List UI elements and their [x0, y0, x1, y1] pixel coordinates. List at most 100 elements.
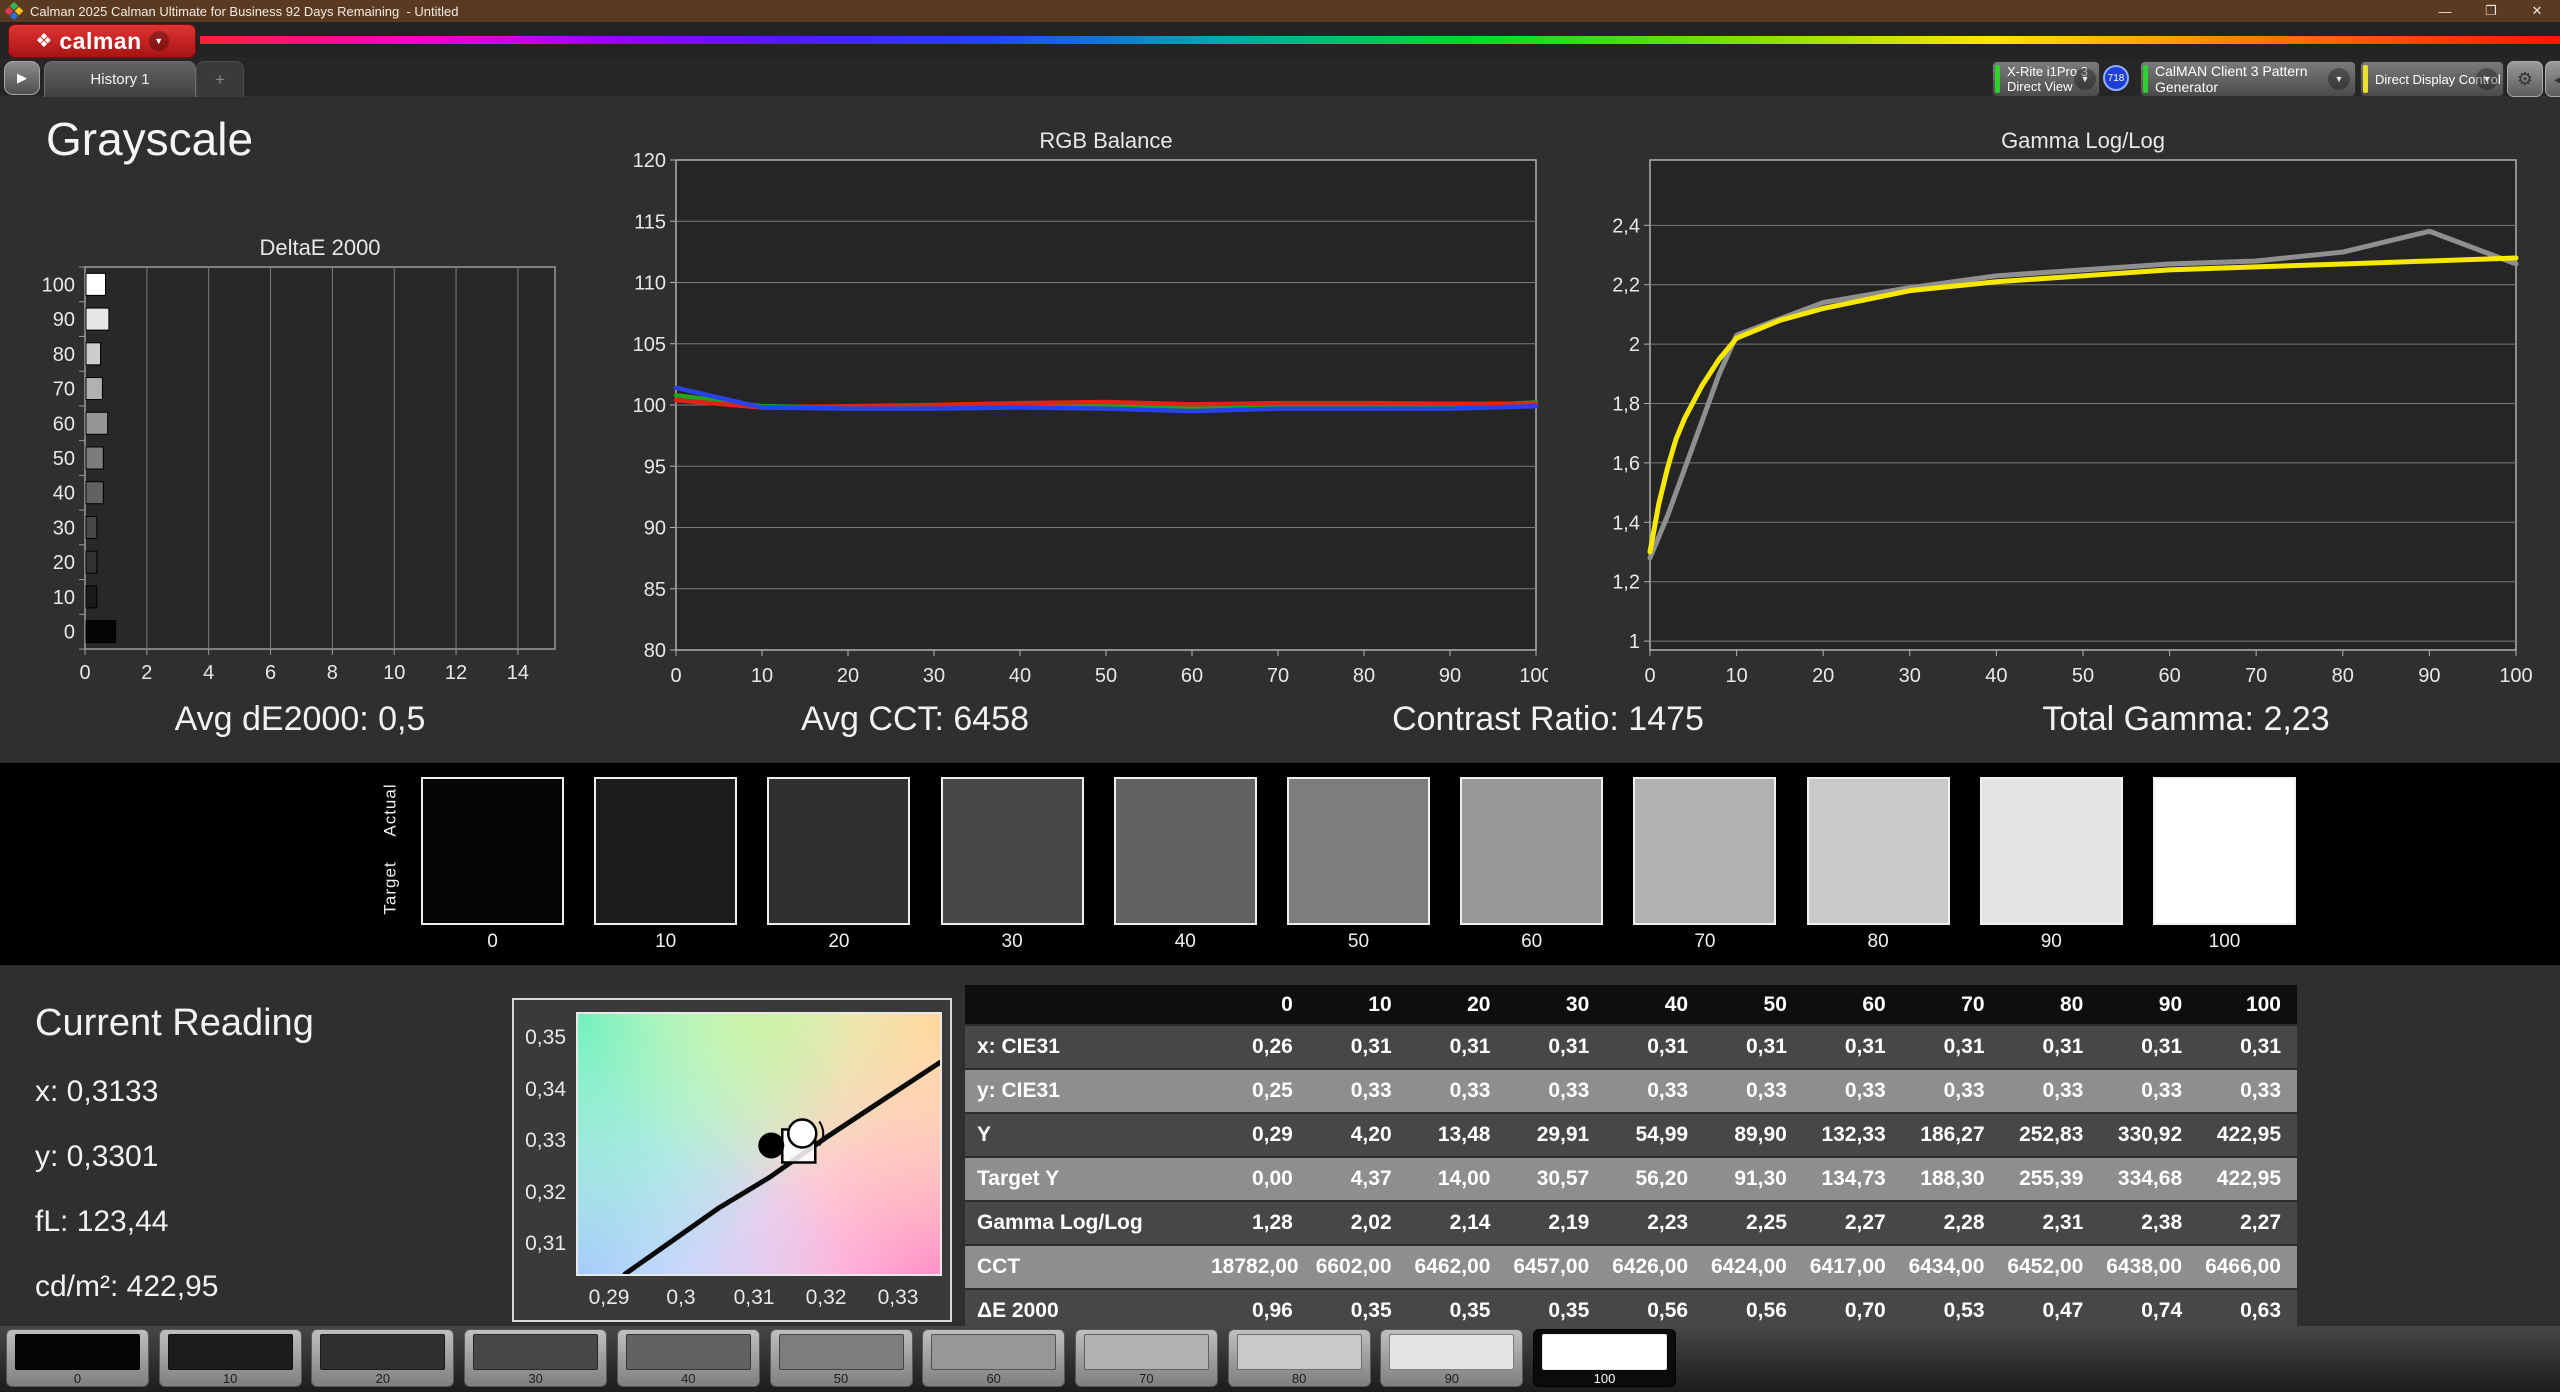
table-cell: 6457,00	[1506, 1244, 1606, 1289]
reading-fl: fL: 123,44	[35, 1205, 169, 1238]
pattern-patch-0[interactable]: 0	[6, 1329, 149, 1387]
svg-text:100: 100	[2499, 665, 2532, 687]
minimize-button[interactable]: —	[2422, 0, 2468, 22]
chart-gamma-svg: Gamma Log/Log 1 1,2 1,4 1,6 1,8 2 2,2 2,4 0 10 20 30…	[1612, 128, 2533, 687]
table-cell: 2,28	[1901, 1200, 2001, 1245]
svg-text:20: 20	[53, 552, 75, 574]
table-cell: 0,31	[1506, 1024, 1606, 1069]
svg-text:100: 100	[633, 395, 666, 417]
pattern-patch-10[interactable]: 10	[158, 1329, 302, 1387]
tab-scroll-button[interactable]: ▶	[4, 61, 40, 95]
pattern-patch-70[interactable]: 70	[1074, 1329, 1218, 1387]
generator-status-bar	[2143, 65, 2148, 93]
patch-color-chip	[320, 1334, 446, 1370]
table-column-header: 80	[2000, 985, 2100, 1025]
table-cell: 0,33	[1704, 1068, 1803, 1113]
table-cell: 6426,00	[1605, 1244, 1705, 1289]
svg-text:80: 80	[1353, 665, 1375, 687]
svg-text:2: 2	[141, 662, 152, 684]
table-cell: 0,26	[1210, 1024, 1309, 1069]
actual-row-label: Actual	[381, 783, 400, 837]
patch-color-chip	[778, 1334, 904, 1370]
svg-text:2,4: 2,4	[1612, 215, 1640, 237]
table-row: y: CIE31 0,25 0,33 0,33 0,33 0,33 0,33 0,33 0,33…	[965, 1068, 2297, 1113]
grayscale-swatch-10	[594, 777, 738, 925]
svg-text:12: 12	[445, 662, 467, 684]
restore-button[interactable]: ❐	[2468, 0, 2514, 22]
svg-text:60: 60	[2158, 665, 2180, 687]
table-cell: 6438,00	[2099, 1244, 2199, 1289]
svg-text:50: 50	[2072, 665, 2094, 687]
grayscale-swatch-50	[1287, 777, 1430, 925]
pattern-patch-50[interactable]: 50	[769, 1329, 913, 1387]
table-corner-cell	[965, 985, 1210, 1025]
settings-button[interactable]: ⚙	[2507, 61, 2543, 97]
grayscale-swatch-80	[1806, 777, 1950, 925]
patch-color-chip	[167, 1334, 293, 1370]
table-column-header: 60	[1802, 985, 1902, 1025]
svg-text:RGB Balance: RGB Balance	[1039, 128, 1172, 153]
table-cell: 134,73	[1802, 1156, 1902, 1201]
reading-cdm2: cd/m²: 422,95	[35, 1270, 219, 1303]
table-cell: 13,48	[1407, 1112, 1507, 1157]
pattern-patch-90[interactable]: 90	[1380, 1329, 1524, 1387]
cie-diagram-svg	[622, 1059, 940, 1274]
add-tab-button[interactable]: +	[196, 61, 244, 97]
pattern-patch-60[interactable]: 60	[922, 1329, 1066, 1387]
table-column-header: 20	[1407, 985, 1507, 1025]
table-cell: 422,95	[2198, 1156, 2297, 1201]
table-column-header: 90	[2099, 985, 2199, 1025]
chevron-down-icon: ▼	[2476, 68, 2498, 90]
play-icon: ▶	[17, 70, 27, 85]
meter-dropdown[interactable]: X-Rite i1Pro 3 Direct View ▼	[1992, 61, 2100, 97]
svg-text:40: 40	[1985, 665, 2007, 687]
table-cell: 2,02	[1308, 1200, 1408, 1245]
patch-label: 70	[1139, 1371, 1154, 1386]
table-cell: 0,31	[1605, 1024, 1705, 1069]
swatch-level-label: 80	[1867, 931, 1889, 952]
table-cell: 0,33	[1407, 1068, 1507, 1113]
pattern-patch-40[interactable]: 40	[616, 1329, 760, 1387]
pattern-patch-80[interactable]: 80	[1227, 1329, 1371, 1387]
svg-text:70: 70	[1267, 665, 1289, 687]
calman-menu-button[interactable]: ❖ calman ▼	[8, 24, 196, 58]
tab-history-1[interactable]: History 1	[44, 61, 196, 97]
table-cell: 91,30	[1704, 1156, 1803, 1201]
table-cell: 54,99	[1605, 1112, 1705, 1157]
pattern-patch-30[interactable]: 30	[464, 1329, 608, 1387]
svg-text:100: 100	[42, 274, 75, 296]
table-cell: 188,30	[1901, 1156, 2001, 1201]
svg-text:90: 90	[1439, 665, 1461, 687]
svg-text:80: 80	[2332, 665, 2354, 687]
cie-chart-panel: 0,35 0,34 0,33 0,32 0,31 0,29 0,3 0,31 0…	[512, 998, 952, 1322]
table-cell: 186,27	[1901, 1112, 2001, 1157]
pattern-generator-dropdown[interactable]: CalMAN Client 3 Pattern Generator ▼	[2140, 61, 2356, 97]
patch-label: 20	[375, 1371, 391, 1386]
close-button[interactable]: ✕	[2514, 0, 2560, 22]
swatch-level-label: 20	[828, 931, 850, 952]
reading-y: y: 0,3301	[35, 1140, 159, 1173]
svg-text:10: 10	[53, 587, 75, 609]
svg-text:1: 1	[1629, 631, 1640, 653]
pattern-patch-100[interactable]: 100	[1533, 1329, 1676, 1387]
cie-x-tick: 0,3	[666, 1286, 696, 1309]
stat-avg-cct: Avg CCT: 6458	[800, 700, 1030, 738]
svg-text:10: 10	[751, 665, 773, 687]
grayscale-swatch-strip: Actual Target 0 10 20 30 40 50 60 70 80 90 100	[0, 763, 2560, 965]
display-control-dropdown[interactable]: Direct Display Control ▼	[2360, 61, 2504, 97]
svg-text:0: 0	[670, 665, 681, 687]
pattern-patch-20[interactable]: 20	[311, 1329, 455, 1387]
collapse-panel-button[interactable]: ◀	[2545, 61, 2560, 97]
patch-color-chip	[625, 1334, 751, 1370]
swatch-level-label: 60	[1521, 931, 1543, 952]
svg-text:90: 90	[644, 518, 666, 540]
table-cell: 0,31	[1407, 1024, 1507, 1069]
chevron-down-icon: ▼	[2328, 68, 2350, 90]
swatch-level-label: 0	[487, 931, 498, 952]
table-cell: 0,00	[1210, 1156, 1309, 1201]
table-column-header: 50	[1704, 985, 1803, 1025]
svg-text:1,4: 1,4	[1612, 512, 1640, 534]
svg-text:105: 105	[633, 334, 666, 356]
svg-text:110: 110	[634, 273, 666, 295]
svg-text:30: 30	[923, 665, 945, 687]
